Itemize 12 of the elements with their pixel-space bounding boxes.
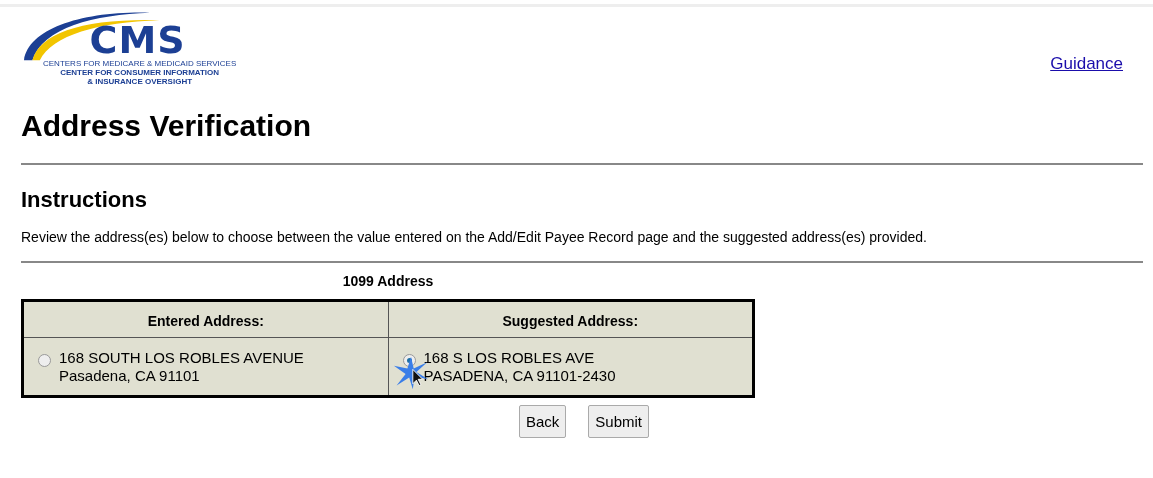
page-title: Address Verification [21,109,313,143]
table-caption: 1099 Address [341,273,435,289]
column-header: Entered Address: [22,300,388,338]
form-button[interactable]: Submit [588,405,649,438]
instructions-text: Review the address(es) below to choose between the value entered on the Add/Edit Payee Record page and the suggested address(es) provided. [21,229,928,245]
radio-button[interactable] [38,354,51,367]
address-text: 168 SOUTH LOS ROBLES AVENUE Pasadena, CA 91101 [59,349,304,385]
cms-logo: CMS CENTERS FOR MEDICARE & MEDICAID SERVICES CENTER FOR CONSUMER INFORMATION & INSURANCE OVERSIGHT [21,7,251,89]
guidance-link[interactable]: Guidance [1050,54,1123,74]
address-text: 168 S LOS ROBLES AVE PASADENA, CA 91101-2430 [423,349,616,385]
form-button[interactable]: Back [518,405,567,438]
section-heading: Instructions [21,187,148,213]
